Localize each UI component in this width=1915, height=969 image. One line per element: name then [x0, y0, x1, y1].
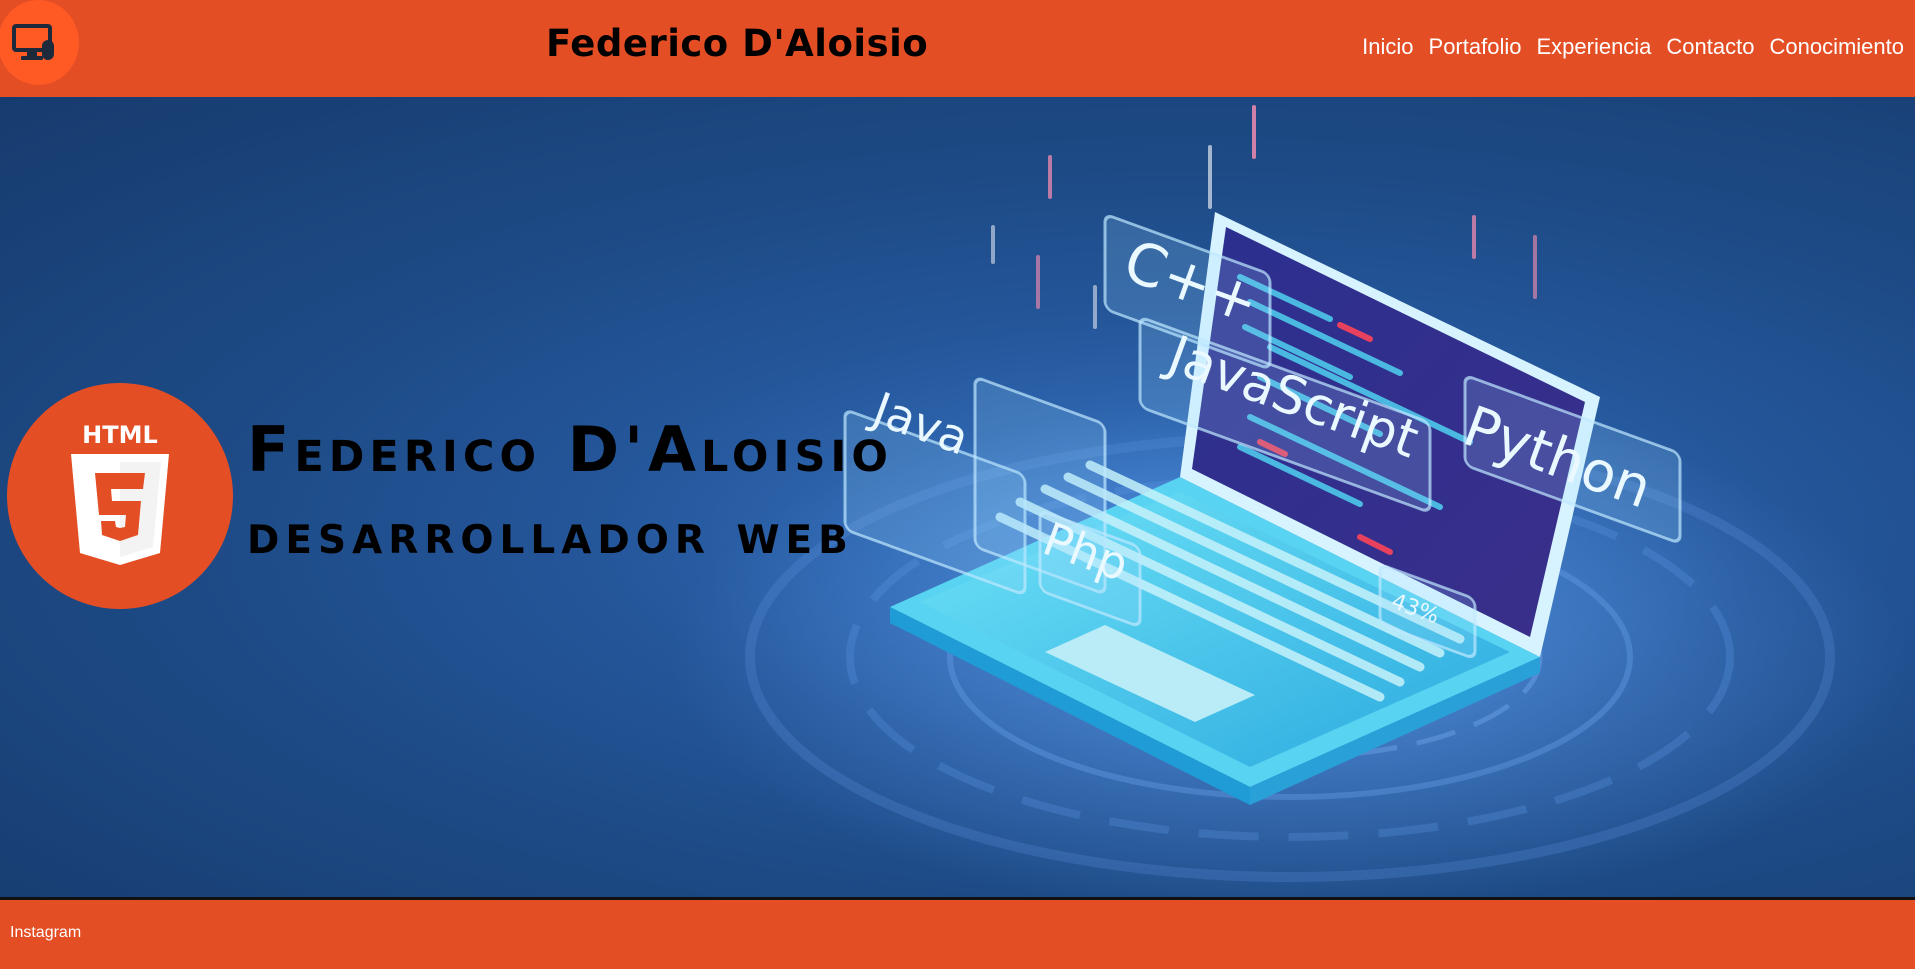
nav-contacto[interactable]: Contacto [1666, 34, 1754, 60]
nav-inicio[interactable]: Inicio [1362, 34, 1413, 60]
nav-conocimiento[interactable]: Conocimiento [1769, 34, 1904, 60]
hero-role: desarrollador web [247, 502, 854, 567]
html5-badge: HTML [7, 383, 233, 609]
nav-portafolio[interactable]: Portafolio [1429, 34, 1522, 60]
site-title: Federico D'Aloisio [546, 22, 929, 65]
html5-badge-text: HTML [82, 421, 158, 449]
site-header: Federico D'Aloisio Inicio Portafolio Exp… [0, 0, 1915, 97]
site-footer: Instagram [0, 897, 1915, 969]
html5-icon: HTML [71, 421, 169, 565]
hero-banner: C++ JavaScript Python Java Php 43% HTML … [0, 97, 1915, 897]
nav-experiencia[interactable]: Experiencia [1536, 34, 1651, 60]
laptop-code-illustration: C++ JavaScript Python Java Php 43% [670, 105, 1910, 897]
instagram-link[interactable]: Instagram [10, 924, 81, 942]
computer-mouse-icon [12, 24, 54, 60]
hero-name: Federico D'Aloisio [247, 413, 893, 486]
main-nav: Inicio Portafolio Experiencia Contacto C… [1362, 34, 1904, 60]
logo-computer-icon[interactable] [0, 0, 79, 85]
